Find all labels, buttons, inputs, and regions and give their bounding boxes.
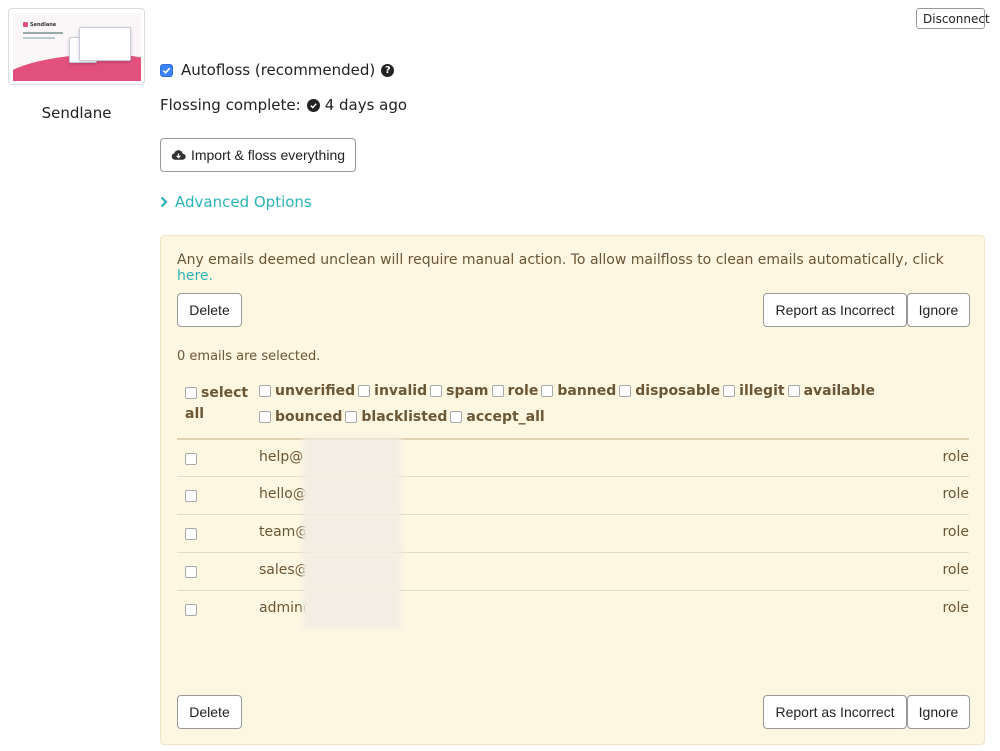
report-incorrect-button-bottom[interactable]: Report as Incorrect [763,695,907,729]
table-row: hello@ role [177,475,969,515]
filter-label: unverified [275,383,356,399]
redacted-domain [303,475,401,515]
row-checkbox[interactable] [185,453,197,465]
enable-auto-clean-link[interactable]: here. [177,268,213,284]
filter-illegit[interactable]: illegit [723,378,785,404]
row-tag: role [942,486,969,502]
row-checkbox[interactable] [185,566,197,578]
filter-disposable[interactable]: disposable [619,378,720,404]
integration-thumbnail: Sendlane [8,8,145,85]
filter-blacklisted[interactable]: blacklisted [345,404,447,430]
advanced-options-label: Advanced Options [175,193,312,211]
thumbnail-logo: Sendlane [23,22,56,28]
import-floss-button[interactable]: Import & floss everything [160,138,356,172]
redacted-domain [303,551,401,591]
filter-label: blacklisted [361,409,448,425]
table-row: admin@ role [177,589,969,629]
filter-banned[interactable]: banned [541,378,616,404]
filter-unverified[interactable]: unverified [259,378,355,404]
filter-checkbox[interactable] [491,385,504,397]
integration-name: Sendlane [41,104,112,122]
row-checkbox[interactable] [185,490,197,502]
filter-checkbox[interactable] [541,385,554,397]
chevron-right-icon [160,196,168,208]
filter-label: available [803,383,875,399]
select-all-checkbox[interactable] [185,387,197,399]
thumbnail-screen [79,27,131,61]
filter-label: accept_all [466,409,545,425]
select-all-option[interactable]: select all [185,383,255,425]
thumbnail-image: Sendlane [13,13,141,81]
unclean-emails-panel: Any emails deemed unclean will require m… [160,235,985,745]
row-tag: role [942,562,969,578]
row-checkbox[interactable] [185,604,197,616]
row-email: help@ [259,449,304,465]
filter-checkbox[interactable] [430,385,443,397]
cloud-download-icon [171,150,186,160]
filter-checkbox[interactable] [787,385,800,397]
check-circle-icon [306,98,320,112]
filter-available[interactable]: available [787,378,875,404]
manual-action-notice: Any emails deemed unclean will require m… [177,252,944,284]
row-email: sales@ [259,562,309,578]
status-label: Flossing complete: [160,96,301,114]
filter-checkbox[interactable] [259,385,271,397]
filter-label: illegit [739,383,785,399]
filter-label: disposable [635,383,721,399]
filter-checkbox[interactable] [345,411,358,423]
status-value: 4 days ago [324,96,408,114]
row-tag: role [942,600,969,616]
filter-label: role [507,383,539,399]
row-checkbox[interactable] [185,528,197,540]
redacted-domain [303,589,401,629]
advanced-options-toggle[interactable]: Advanced Options [160,192,312,212]
thumbnail-text-line [23,37,55,39]
autofloss-checkbox[interactable] [160,63,173,77]
row-email: hello@ [259,486,307,502]
thumbnail-text-line [23,32,63,34]
filter-checkbox[interactable] [619,385,632,397]
import-button-label: Import & floss everything [190,147,346,163]
filter-checkbox[interactable] [358,385,371,397]
flossing-status: Flossing complete: 4 days ago [160,95,407,115]
row-tag: role [942,524,969,540]
filter-checkbox[interactable] [450,411,463,423]
filter-label: invalid [374,383,428,399]
filter-accept-all[interactable]: accept_all [450,404,545,430]
filter-checkbox[interactable] [259,411,271,423]
filter-checkbox[interactable] [723,385,736,397]
filter-invalid[interactable]: invalid [358,378,427,404]
selected-count: 0 emails are selected. [177,349,321,364]
email-list: help@ role hello@ role team@ role sales@ role ad… [177,438,969,629]
filter-options: unverified invalid spam role banned disposabl… [259,378,899,430]
filter-label: bounced [275,409,343,425]
filter-bounced[interactable]: bounced [259,404,342,430]
filter-spam[interactable]: spam [430,378,489,404]
question-circle-icon[interactable]: ? [381,63,395,77]
table-row: team@ role [177,513,969,553]
filter-label: spam [446,383,489,399]
check-icon [162,67,171,74]
report-incorrect-button-top[interactable]: Report as Incorrect [763,293,907,327]
ignore-button-bottom[interactable]: Ignore [907,695,970,729]
filter-label: banned [557,383,617,399]
row-tag: role [942,449,969,465]
table-row: help@ role [177,438,969,478]
delete-button-top[interactable]: Delete [177,293,242,327]
autofloss-label: Autofloss (recommended) [181,61,376,79]
disconnect-button[interactable]: Disconnect [916,8,990,29]
ignore-button-top[interactable]: Ignore [907,293,970,327]
delete-button-bottom[interactable]: Delete [177,695,242,729]
redacted-domain [303,438,401,478]
filter-role[interactable]: role [491,378,539,404]
redacted-domain [303,513,401,553]
autofloss-option: Autofloss (recommended) ? [160,60,395,80]
table-row: sales@ role [177,551,969,591]
row-email: team@ [259,524,310,540]
